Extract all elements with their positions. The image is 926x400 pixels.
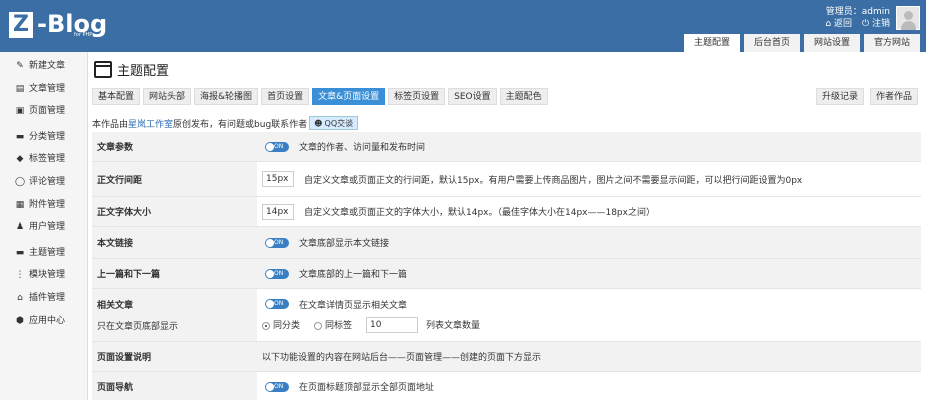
qq-chat-button[interactable]: ☻ QQ交谈 xyxy=(309,116,359,130)
article-link-toggle[interactable]: ON xyxy=(265,237,289,248)
user-info: 管理员：admin ⌂ 返回 ⏻ 注销 xyxy=(825,6,890,30)
logout-link[interactable]: ⏻ 注销 xyxy=(862,18,890,30)
subtab-poster-carousel[interactable]: 海报&轮播图 xyxy=(194,88,259,105)
subtab-homepage[interactable]: 首页设置 xyxy=(261,88,310,105)
setting-row: 上一篇和下一篇 ON 文章底部的上一篇和下一篇 xyxy=(92,259,921,289)
related-count-input[interactable]: 10 xyxy=(366,316,419,333)
article-icon: ▤ xyxy=(15,83,25,94)
page-icon: ▣ xyxy=(15,106,25,117)
setting-row: 正文行间距 15px 自定义文章或页面正文的行间距，默认15px。有用户需要上传商… xyxy=(92,162,921,197)
edit-icon: ✎ xyxy=(16,61,24,71)
setting-label: 正文行间距 xyxy=(92,162,257,196)
related-articles-toggle[interactable]: ON xyxy=(265,299,289,309)
studio-link[interactable]: 星岚工作室 xyxy=(128,117,173,130)
tag-icon: ◆ xyxy=(16,154,24,165)
sidebar-item-themes[interactable]: ▬ 主题管理 xyxy=(0,242,87,265)
article-meta-toggle[interactable]: ON xyxy=(265,141,289,152)
sidebar-item-modules[interactable]: ⋮ 模块管理 xyxy=(0,264,87,287)
settings-table: 文章参数 ON 文章的作者、访问量和发布时间 正文行间距 15px 自定义文章或页面… xyxy=(92,132,921,400)
tab-site-settings[interactable]: 网站设置 xyxy=(803,34,860,52)
avatar[interactable] xyxy=(896,6,920,30)
attachment-icon: ▦ xyxy=(15,199,25,210)
main-content: 主题配置 基本配置 网站头部 海报&轮播图 首页设置 文章&页面设置 标签页设置… xyxy=(88,52,926,400)
home-icon: ⌂ xyxy=(825,19,832,29)
sidebar-item-tags[interactable]: ◆ 标签管理 xyxy=(0,148,87,171)
logo-text: -Blog xyxy=(37,10,108,38)
tab-official-site[interactable]: 官方网站 xyxy=(863,34,920,52)
setting-label: 相关文章 只在文章页底部显示 xyxy=(92,289,257,341)
qq-icon: ☻ xyxy=(314,118,323,128)
subtab-basic[interactable]: 基本配置 xyxy=(92,88,141,105)
logo-subtitle: for PHP xyxy=(74,32,93,38)
setting-label: 正文字体大小 xyxy=(92,197,257,226)
same-tag-radio[interactable]: 同标签 xyxy=(314,318,352,331)
setting-row: 文章参数 ON 文章的作者、访问量和发布时间 xyxy=(92,132,921,162)
sidebar-item-categories[interactable]: ▬ 分类管理 xyxy=(0,126,87,149)
setting-row: 相关文章 只在文章页底部显示 ON 在文章详情页显示相关文章 同分类 同标签 10… xyxy=(92,289,921,342)
line-spacing-input[interactable]: 15px xyxy=(262,171,294,187)
header: Z -Blog for PHP 管理员：admin ⌂ 返回 ⏻ 注销 主题配置… xyxy=(0,0,926,52)
notice: 本作品由 星岚工作室 原创发布，有问题或bug联系作者 ☻ QQ交谈 xyxy=(92,116,359,130)
subtab-article-page[interactable]: 文章&页面设置 xyxy=(312,88,386,105)
setting-label: 本文链接 xyxy=(92,227,257,258)
theme-icon: ▬ xyxy=(15,247,25,258)
sidebar-item-app-center[interactable]: ⬢ 应用中心 xyxy=(0,310,87,333)
subtab-tag-page[interactable]: 标签页设置 xyxy=(388,88,446,105)
page-nav-toggle[interactable]: ON xyxy=(265,381,289,392)
logo[interactable]: Z -Blog xyxy=(9,12,107,40)
setting-label: 页面导航 xyxy=(92,372,257,400)
back-link[interactable]: ⌂ 返回 xyxy=(825,18,852,30)
sidebar-item-articles[interactable]: ▤ 文章管理 xyxy=(0,78,87,101)
app-icon: ⬢ xyxy=(16,315,24,326)
tab-admin-home[interactable]: 后台首页 xyxy=(743,34,800,52)
subtab-seo[interactable]: SEO设置 xyxy=(448,88,497,105)
sidebar-item-comments[interactable]: ◯ 评论管理 xyxy=(0,171,87,194)
setting-label: 上一篇和下一篇 xyxy=(92,259,257,288)
setting-row: 本文链接 ON 文章底部显示本文链接 xyxy=(92,227,921,259)
comment-icon: ◯ xyxy=(15,176,26,187)
admin-label: 管理员：admin xyxy=(825,7,890,17)
sidebar-item-plugins[interactable]: ⌂ 插件管理 xyxy=(0,287,87,310)
window-icon xyxy=(94,61,112,78)
subtab-theme-colors[interactable]: 主题配色 xyxy=(499,88,548,105)
tab-theme-config[interactable]: 主题配置 xyxy=(683,34,740,52)
module-icon: ⋮ xyxy=(15,270,25,281)
setting-label: 文章参数 xyxy=(92,132,257,161)
setting-label: 页面设置说明 xyxy=(92,342,257,371)
sidebar: ✎ 新建文章 ▤ 文章管理 ▣ 页面管理 ▬ 分类管理 ◆ 标签管理 ◯ 评论管理 ▦ 附件管… xyxy=(0,52,88,400)
subtab-header[interactable]: 网站头部 xyxy=(143,88,192,105)
author-works-button[interactable]: 作者作品 xyxy=(869,88,918,105)
subtabs: 基本配置 网站头部 海报&轮播图 首页设置 文章&页面设置 标签页设置 SEO设… xyxy=(92,88,548,105)
setting-sublabel: 只在文章页底部显示 xyxy=(97,322,179,332)
logo-mark: Z xyxy=(9,12,33,38)
font-size-input[interactable]: 14px xyxy=(262,203,294,220)
page-title: 主题配置 xyxy=(94,60,169,79)
power-icon: ⏻ xyxy=(861,19,870,29)
sidebar-item-users[interactable]: ♟ 用户管理 xyxy=(0,216,87,239)
setting-row: 正文字体大小 14px 自定义文章或页面正文的字体大小，默认14px。（最佳字体大… xyxy=(92,197,921,227)
user-icon: ♟ xyxy=(15,222,25,233)
sidebar-item-attachments[interactable]: ▦ 附件管理 xyxy=(0,194,87,217)
sidebar-item-pages[interactable]: ▣ 页面管理 xyxy=(0,100,87,123)
setting-row: 页面导航 ON 在页面标题顶部显示全部页面地址 xyxy=(92,372,921,400)
prev-next-toggle[interactable]: ON xyxy=(265,268,289,279)
sidebar-item-new-article[interactable]: ✎ 新建文章 xyxy=(0,55,87,78)
plugin-icon: ⌂ xyxy=(17,292,23,303)
folder-icon: ▬ xyxy=(15,131,25,142)
changelog-button[interactable]: 升级记录 xyxy=(815,88,864,105)
setting-row: 页面设置说明 以下功能设置的内容在网站后台——页面管理——创建的页面下方显示 xyxy=(92,342,921,372)
same-category-radio[interactable]: 同分类 xyxy=(262,318,300,331)
